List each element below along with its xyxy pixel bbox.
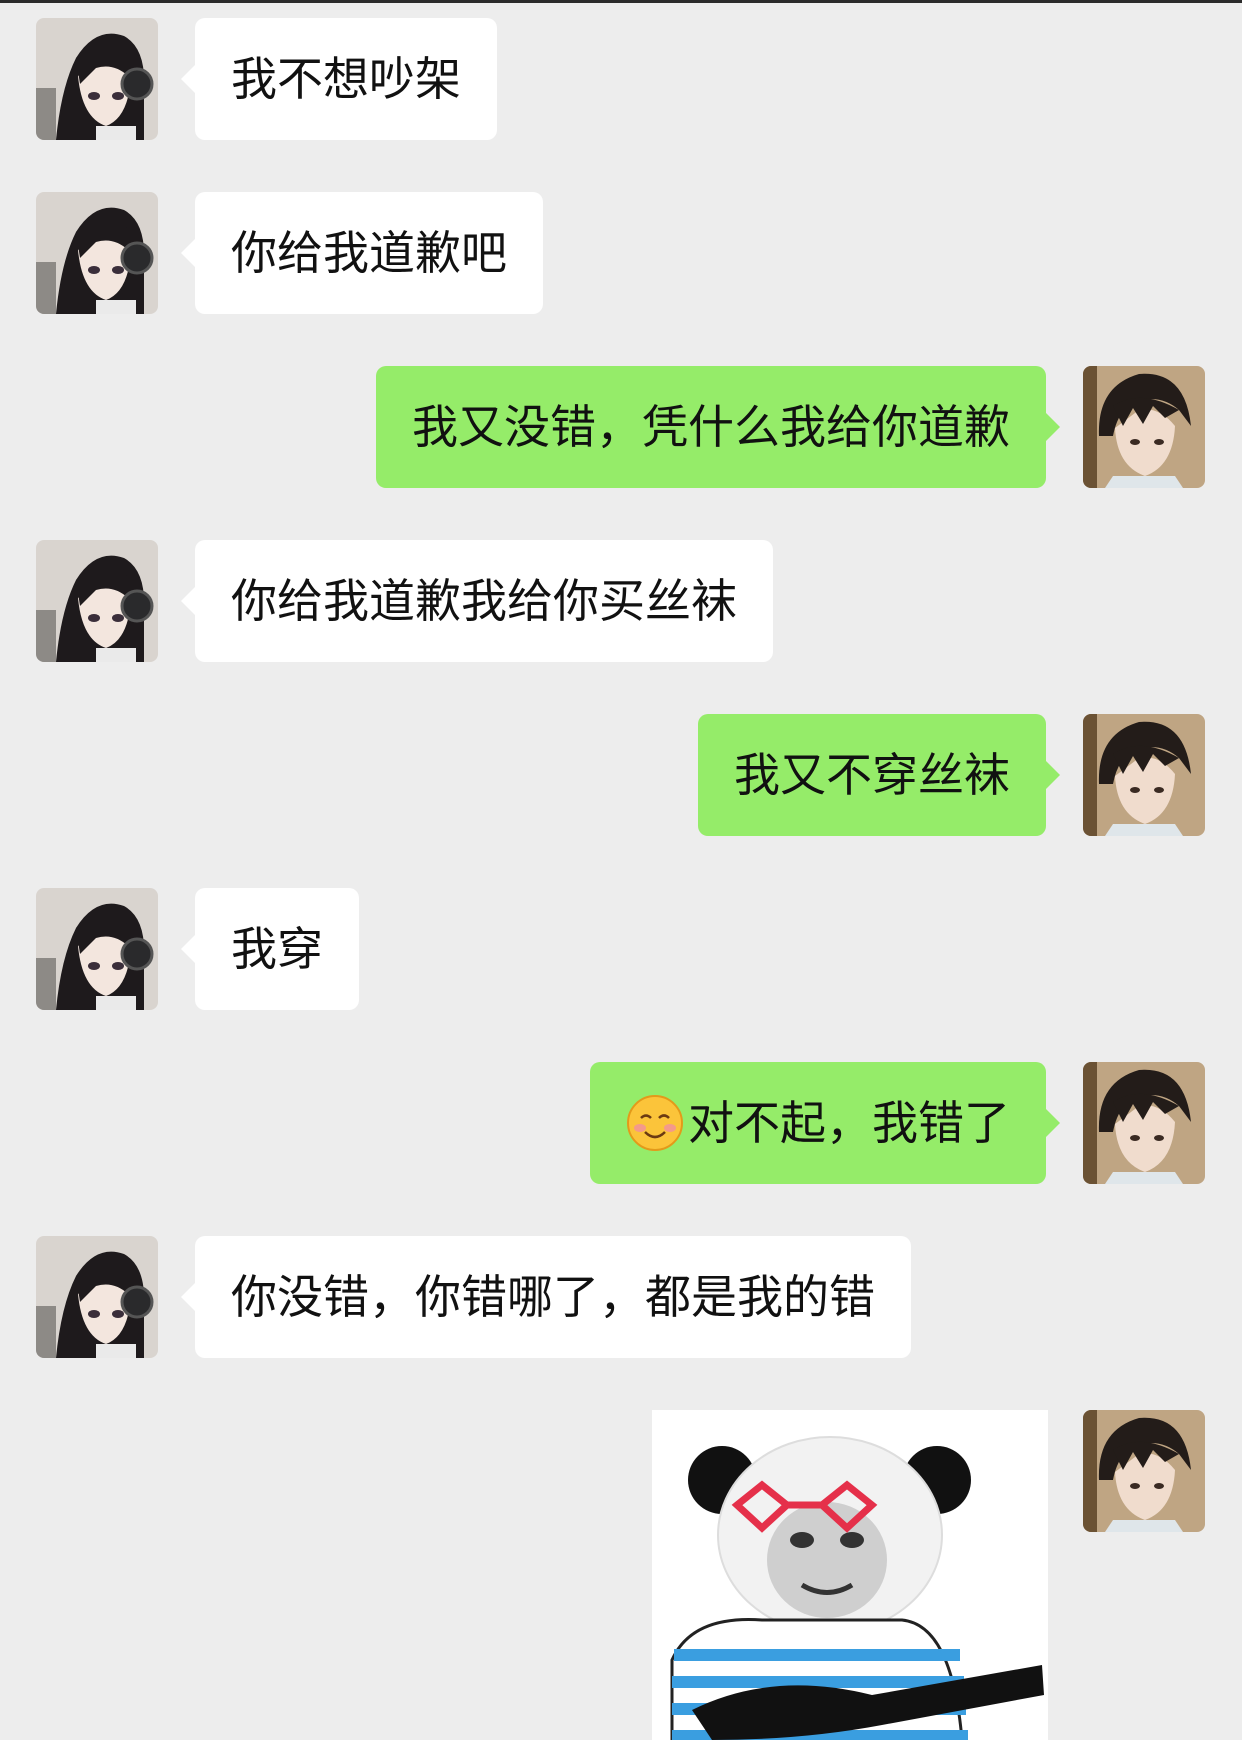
sticker-message[interactable] bbox=[652, 1410, 1048, 1740]
avatar-girl[interactable] bbox=[36, 1236, 158, 1358]
boy-avatar-icon bbox=[1083, 714, 1205, 836]
avatar-boy[interactable] bbox=[1083, 1062, 1205, 1184]
avatar-girl[interactable] bbox=[36, 888, 158, 1010]
avatar-girl[interactable] bbox=[36, 540, 158, 662]
message-text: 我又不穿丝袜 bbox=[734, 748, 1010, 802]
girl-avatar-icon bbox=[36, 1236, 158, 1358]
boy-avatar-icon bbox=[1083, 366, 1205, 488]
message-bubble-incoming[interactable]: 我不想吵架 bbox=[181, 18, 497, 140]
message-text: 我不想吵架 bbox=[231, 52, 461, 106]
smiling-face-icon bbox=[627, 1094, 683, 1151]
girl-avatar-icon bbox=[36, 540, 158, 662]
message-bubble-incoming[interactable]: 你给我道歉吧 bbox=[181, 192, 543, 314]
girl-avatar-icon bbox=[36, 888, 158, 1010]
message-text: 我又没错，凭什么我给你道歉 bbox=[412, 400, 1010, 454]
girl-avatar-icon bbox=[36, 192, 158, 314]
avatar-boy[interactable] bbox=[1083, 714, 1205, 836]
message-text: 对不起，我错了 bbox=[688, 1096, 1010, 1150]
message-bubble-outgoing[interactable]: 我又不穿丝袜 bbox=[698, 714, 1060, 836]
message-text: 你给我道歉我给你买丝袜 bbox=[231, 574, 737, 628]
girl-avatar-icon bbox=[36, 18, 158, 140]
boy-avatar-icon bbox=[1083, 1410, 1205, 1532]
avatar-boy[interactable] bbox=[1083, 1410, 1205, 1532]
message-text: 我穿 bbox=[231, 922, 323, 976]
chat-message-list[interactable]: 我不想吵架 你给我道歉吧 我又没错，凭什么我给你道歉 你给我道歉我给你买丝袜 我… bbox=[0, 0, 1242, 1740]
avatar-boy[interactable] bbox=[1083, 366, 1205, 488]
panda-meme-sticker-icon bbox=[652, 1410, 1048, 1740]
avatar-girl[interactable] bbox=[36, 192, 158, 314]
message-text: 你没错，你错哪了，都是我的错 bbox=[231, 1270, 875, 1324]
message-bubble-outgoing[interactable]: 对不起，我错了 bbox=[590, 1062, 1060, 1184]
message-bubble-incoming[interactable]: 你没错，你错哪了，都是我的错 bbox=[181, 1236, 911, 1358]
message-text: 你给我道歉吧 bbox=[231, 226, 507, 280]
avatar-girl[interactable] bbox=[36, 18, 158, 140]
message-bubble-incoming[interactable]: 你给我道歉我给你买丝袜 bbox=[181, 540, 773, 662]
boy-avatar-icon bbox=[1083, 1062, 1205, 1184]
message-bubble-outgoing[interactable]: 我又没错，凭什么我给你道歉 bbox=[376, 366, 1060, 488]
message-bubble-incoming[interactable]: 我穿 bbox=[181, 888, 359, 1010]
